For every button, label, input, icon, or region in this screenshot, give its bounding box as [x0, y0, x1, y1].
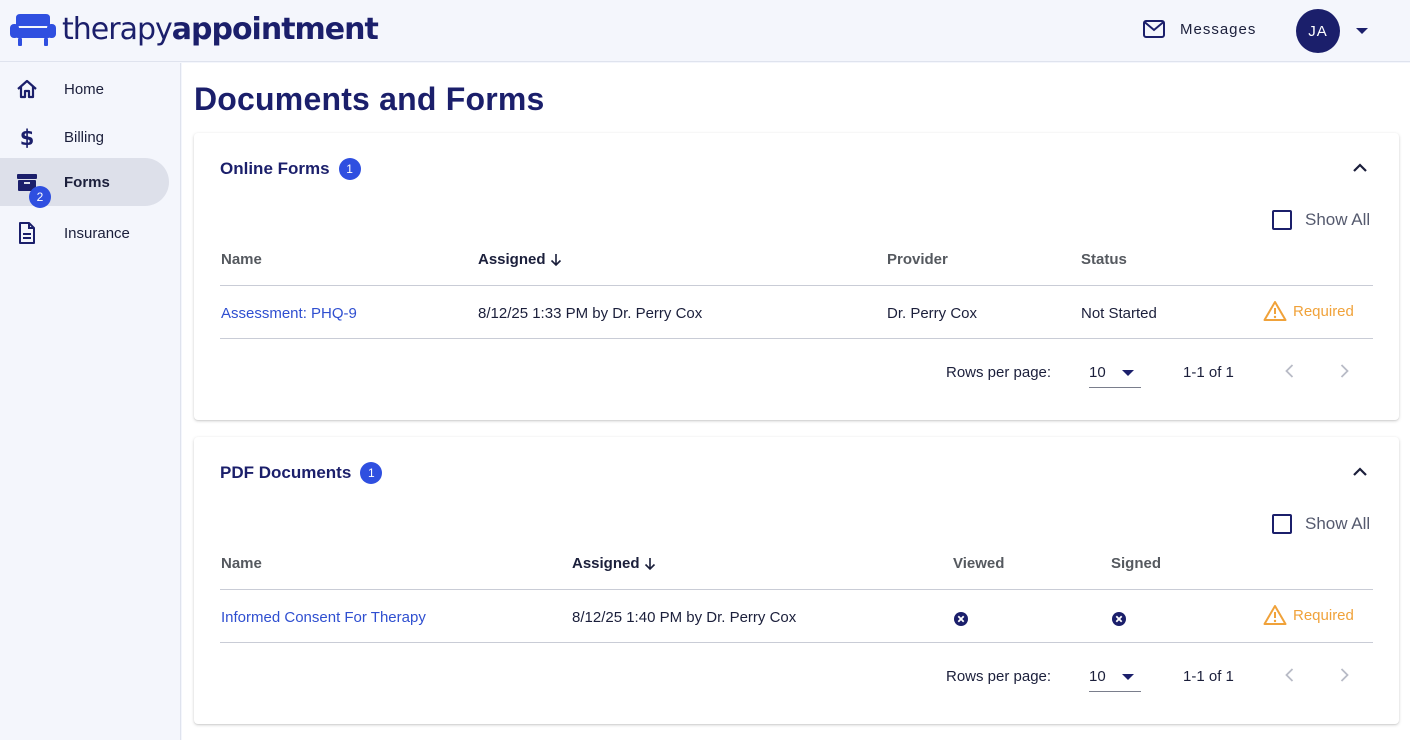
- pdf-documents-show-all[interactable]: Show All: [1272, 514, 1370, 534]
- logo[interactable]: therapyappointment: [10, 12, 379, 48]
- pdf-documents-title: PDF Documents 1: [220, 462, 383, 484]
- show-all-checkbox[interactable]: [1272, 514, 1292, 534]
- rows-per-page-label: Rows per page:: [946, 364, 1052, 381]
- required-label: Required: [1293, 302, 1354, 320]
- column-header-provider[interactable]: Provider: [887, 251, 948, 268]
- sidebar-item-insurance[interactable]: Insurance: [0, 209, 169, 257]
- messages-button[interactable]: Messages: [1142, 19, 1256, 39]
- rows-per-page-value: 10: [1089, 668, 1106, 685]
- sidebar-item-billing[interactable]: $ Billing: [0, 113, 169, 161]
- chevron-up-icon[interactable]: [1350, 158, 1370, 178]
- document-link-informed-consent[interactable]: Informed Consent For Therapy: [221, 609, 426, 626]
- chevron-left-icon[interactable]: [1280, 361, 1300, 381]
- sidebar-item-label: Insurance: [64, 224, 130, 242]
- row-divider: [220, 338, 1373, 339]
- column-header-label: Assigned: [478, 251, 546, 268]
- not-viewed-x-circle-icon: [954, 612, 968, 626]
- show-all-checkbox[interactable]: [1272, 210, 1292, 230]
- forms-count-badge: 2: [29, 186, 51, 208]
- column-header-signed[interactable]: Signed: [1111, 555, 1161, 572]
- required-flag: Required: [1263, 300, 1354, 322]
- column-header-status[interactable]: Status: [1081, 251, 1127, 268]
- caret-down-icon: [1122, 674, 1134, 680]
- not-signed-x-circle-icon: [1112, 612, 1126, 626]
- dollar-icon: $: [20, 126, 35, 148]
- online-forms-title: Online Forms 1: [220, 158, 361, 180]
- page-title: Documents and Forms: [194, 81, 545, 117]
- header-divider: [220, 285, 1373, 286]
- pdf-documents-count-badge: 1: [360, 462, 383, 484]
- rows-per-page-value: 10: [1089, 364, 1106, 381]
- card-title-text: Online Forms: [220, 159, 330, 178]
- required-label: Required: [1293, 606, 1354, 624]
- column-header-viewed[interactable]: Viewed: [953, 555, 1004, 572]
- column-header-name[interactable]: Name: [221, 555, 262, 572]
- column-header-name[interactable]: Name: [221, 251, 262, 268]
- row-divider: [220, 642, 1373, 643]
- arrow-down-icon: [550, 253, 561, 266]
- main-content: Documents and Forms Online Forms 1 Show …: [182, 63, 1410, 740]
- warning-icon: [1263, 301, 1287, 321]
- show-all-label: Show All: [1305, 210, 1371, 229]
- user-avatar[interactable]: JA: [1296, 9, 1340, 53]
- top-bar: therapyappointment Messages JA: [0, 0, 1410, 62]
- chevron-up-icon[interactable]: [1350, 462, 1370, 482]
- required-flag: Required: [1263, 604, 1354, 626]
- rows-per-page-select[interactable]: 10: [1089, 666, 1141, 692]
- arrow-down-icon: [644, 557, 655, 570]
- account-menu-caret-icon[interactable]: [1356, 28, 1368, 34]
- chevron-left-icon[interactable]: [1280, 665, 1300, 685]
- form-link-phq9[interactable]: Assessment: PHQ-9: [221, 305, 357, 322]
- sidebar: Home $ Billing 2 Forms Insurance: [0, 63, 181, 740]
- pdf-documents-card: PDF Documents 1 Show All Name Assigned V…: [194, 437, 1399, 724]
- rows-per-page-label: Rows per page:: [946, 668, 1052, 685]
- svg-text:$: $: [20, 126, 35, 148]
- page-range: 1-1 of 1: [1183, 364, 1234, 381]
- assigned-cell: 8/12/25 1:40 PM by Dr. Perry Cox: [572, 609, 797, 626]
- assigned-cell: 8/12/25 1:33 PM by Dr. Perry Cox: [478, 305, 703, 322]
- couch-logo-icon: [10, 14, 56, 46]
- caret-down-icon: [1122, 370, 1134, 376]
- sidebar-item-label: Forms: [64, 173, 110, 191]
- rows-per-page-select[interactable]: 10: [1089, 362, 1141, 388]
- sidebar-item-label: Home: [64, 80, 105, 98]
- sidebar-item-forms[interactable]: 2 Forms: [0, 158, 169, 208]
- status-cell: Not Started: [1081, 305, 1157, 322]
- header-divider: [220, 589, 1373, 590]
- logo-text: therapyappointment: [62, 12, 379, 47]
- warning-icon: [1263, 605, 1287, 625]
- column-header-label: Assigned: [572, 555, 640, 572]
- column-header-assigned[interactable]: Assigned: [572, 555, 657, 572]
- page-range: 1-1 of 1: [1183, 668, 1234, 685]
- chevron-right-icon[interactable]: [1334, 665, 1354, 685]
- column-header-assigned[interactable]: Assigned: [478, 251, 563, 268]
- online-forms-card: Online Forms 1 Show All Name Assigned Pr…: [194, 133, 1399, 420]
- document-icon: [19, 222, 35, 244]
- online-forms-count-badge: 1: [338, 158, 361, 180]
- show-all-label: Show All: [1305, 514, 1371, 533]
- card-title-text: PDF Documents: [220, 463, 352, 482]
- provider-cell: Dr. Perry Cox: [887, 305, 978, 322]
- sidebar-item-label: Billing: [64, 128, 105, 146]
- messages-label: Messages: [1180, 20, 1257, 38]
- mail-icon: [1143, 20, 1165, 38]
- chevron-right-icon[interactable]: [1334, 361, 1354, 381]
- online-forms-show-all[interactable]: Show All: [1272, 210, 1370, 230]
- home-icon: [17, 79, 37, 99]
- sidebar-item-home[interactable]: Home: [0, 65, 169, 113]
